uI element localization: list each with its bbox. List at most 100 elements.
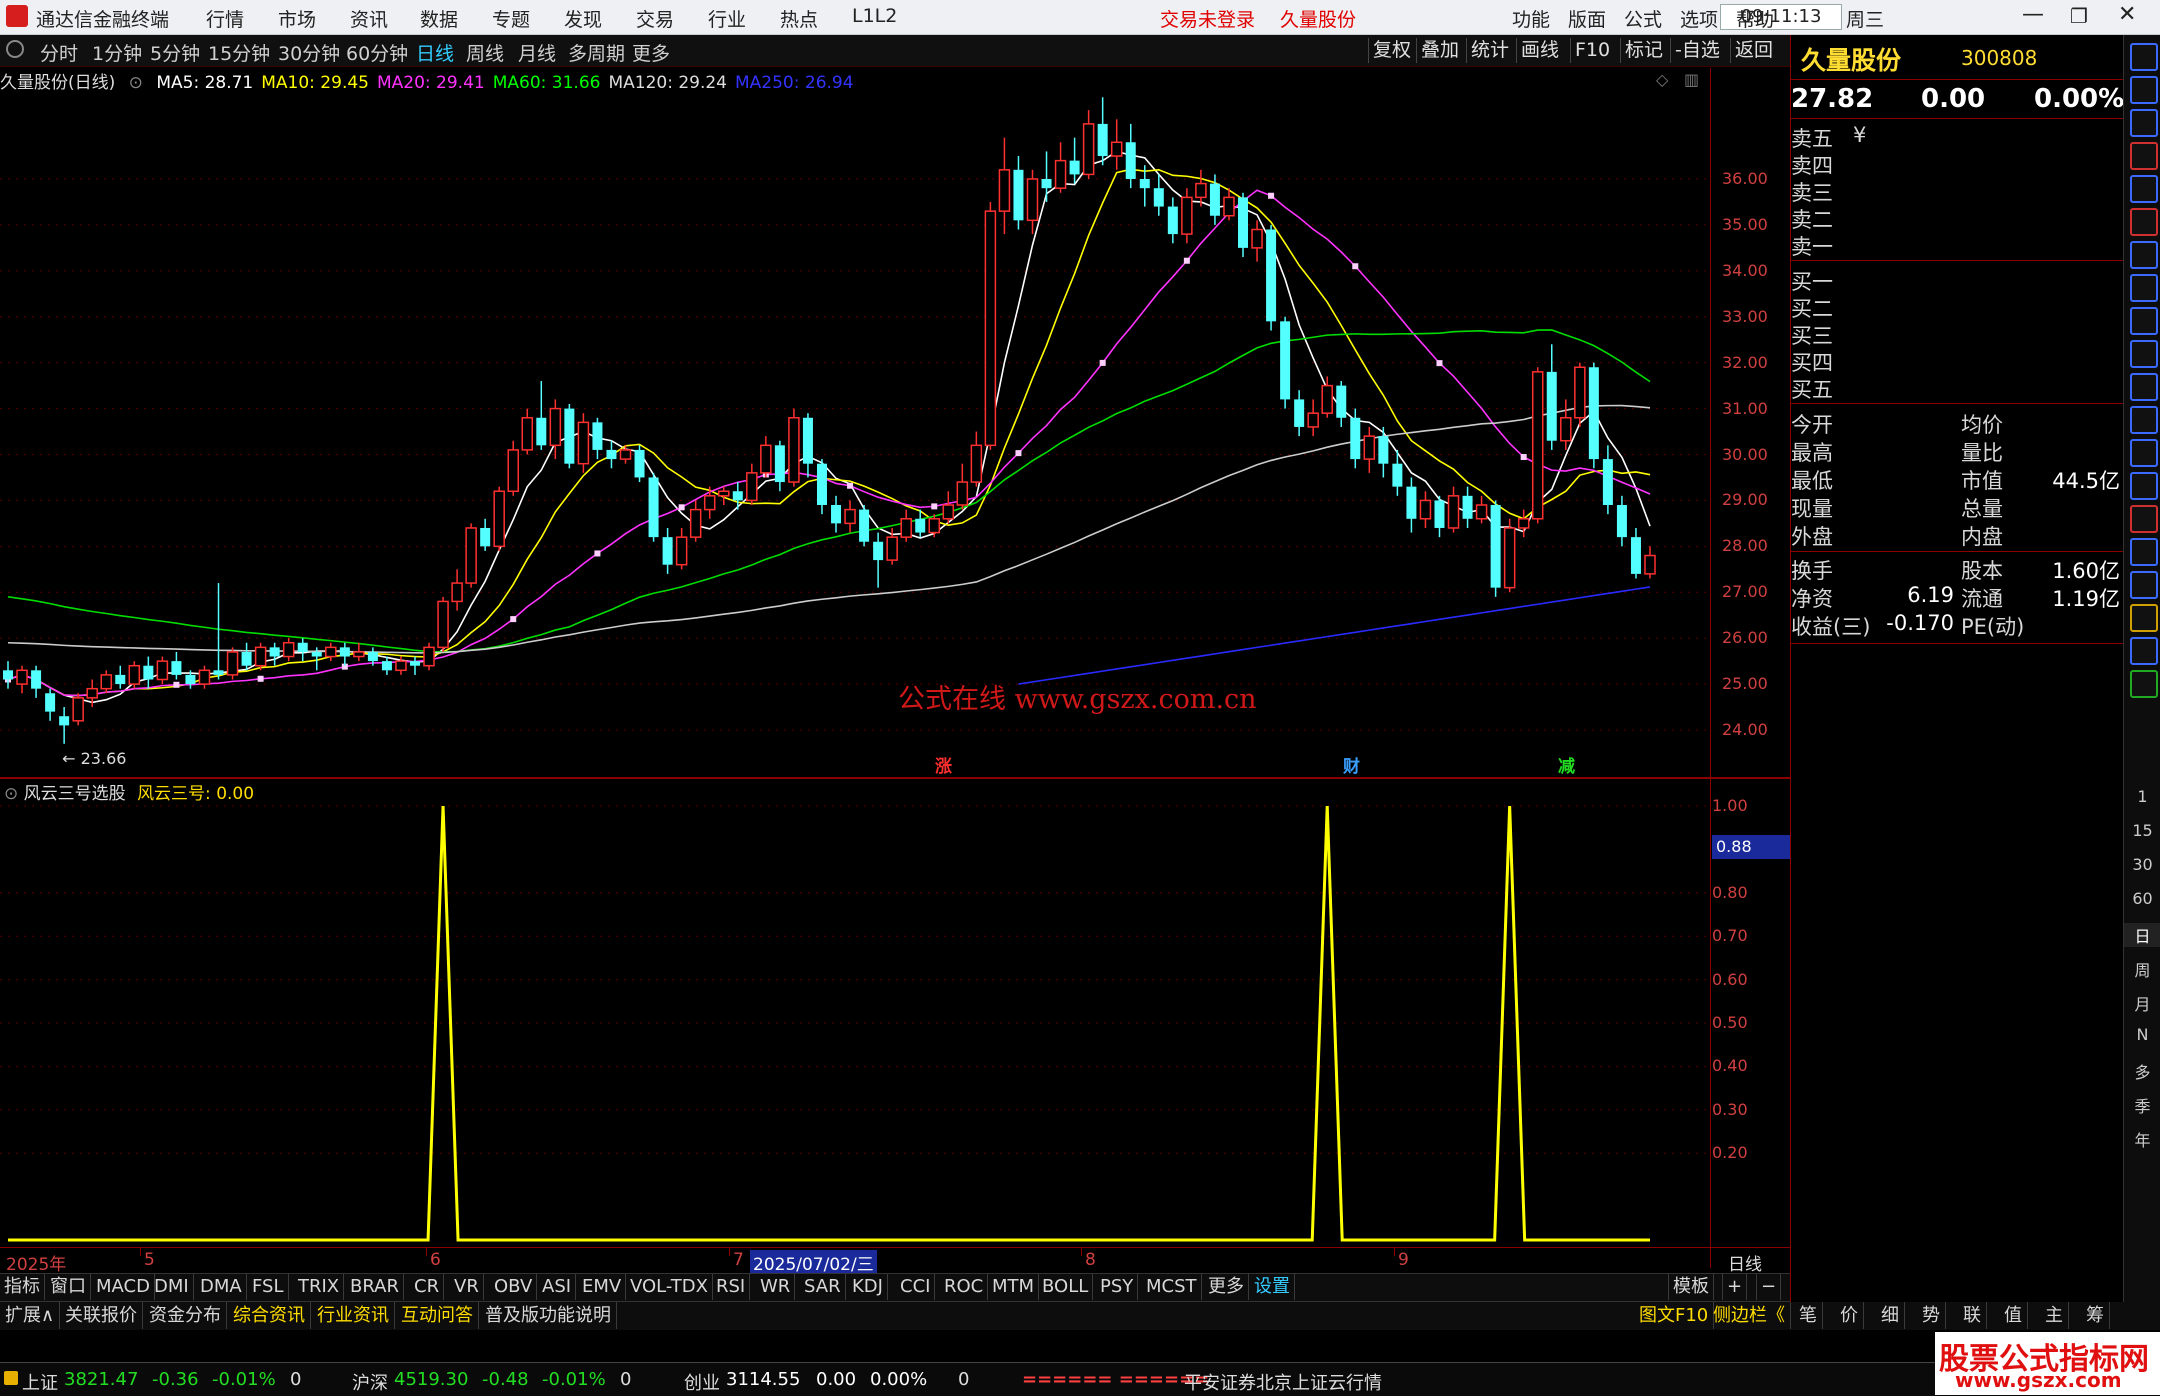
down-icon[interactable] — [2130, 109, 2158, 137]
period-shortcut-10[interactable]: 年 — [2124, 1127, 2160, 1151]
period-shortcut-1[interactable]: 15 — [2124, 821, 2160, 840]
indicator-tab-18[interactable]: CCI — [896, 1274, 936, 1300]
indicator-tab-11[interactable]: ASI — [538, 1274, 577, 1300]
focus-icon[interactable] — [2130, 472, 2158, 500]
bottom-tab-3[interactable]: 综合资讯 — [228, 1302, 311, 1329]
quote-tab-6[interactable]: 主 — [2040, 1302, 2069, 1329]
toolbar-button-0[interactable]: 复权 — [1368, 38, 1415, 63]
quote-tab-2[interactable]: 细 — [1876, 1302, 1905, 1329]
event-marker-1[interactable]: 财 — [1343, 752, 1360, 777]
rsi-icon[interactable] — [2130, 505, 2158, 533]
period-shortcut-0[interactable]: 1 — [2124, 787, 2160, 806]
toolbar-button-7[interactable]: 返回 — [1730, 38, 1777, 63]
indicator-tab-22[interactable]: PSY — [1096, 1274, 1139, 1300]
diamond-icon[interactable]: ◇ — [1656, 70, 1668, 89]
toolbar-button-2[interactable]: 统计 — [1466, 38, 1513, 63]
menu-4[interactable]: 专题 — [492, 5, 530, 32]
menu-8[interactable]: 热点 — [780, 5, 818, 32]
period-shortcut-5[interactable]: 周 — [2124, 957, 2160, 981]
period-tab-0[interactable]: 分时 — [40, 39, 78, 66]
indicator-tab-23[interactable]: MCST — [1142, 1274, 1202, 1300]
menu-7[interactable]: 行业 — [708, 5, 746, 32]
quote-tab-1[interactable]: 价 — [1835, 1302, 1864, 1329]
period-shortcut-4[interactable]: 日 — [2124, 923, 2160, 947]
line-icon[interactable] — [2130, 241, 2158, 269]
period-tab-4[interactable]: 30分钟 — [278, 39, 340, 66]
period-tab-7[interactable]: 周线 — [466, 39, 504, 66]
quote-tab-3[interactable]: 势 — [1917, 1302, 1946, 1329]
indicator-tab-8[interactable]: CR — [410, 1274, 445, 1300]
indicator-tab-10[interactable]: OBV — [490, 1274, 538, 1300]
menu-1[interactable]: 市场 — [278, 5, 316, 32]
pen-icon[interactable] — [2130, 571, 2158, 599]
collapse-icon[interactable] — [2130, 43, 2158, 71]
right-menu-2[interactable]: 公式 — [1624, 5, 1662, 32]
settings-icon[interactable] — [6, 40, 24, 58]
event-marker-2[interactable]: 减 — [1558, 752, 1575, 777]
indicator-tab-1[interactable]: 窗口 — [46, 1274, 91, 1300]
indicator-tab-20[interactable]: MTM — [988, 1274, 1040, 1300]
indicator-tab-right-0[interactable]: 模板 — [1668, 1274, 1714, 1300]
indicator-tab-2[interactable]: MACD — [92, 1274, 155, 1300]
period-shortcut-2[interactable]: 30 — [2124, 855, 2160, 874]
indicator-tab-3[interactable]: DMI — [150, 1274, 194, 1300]
bottom-tab-6[interactable]: 普及版功能说明 — [480, 1302, 617, 1329]
toolbar-button-4[interactable]: F10 — [1570, 38, 1614, 63]
right-menu-0[interactable]: 功能 — [1512, 5, 1550, 32]
minimize-icon[interactable]: — — [2022, 2, 2044, 27]
menu-2[interactable]: 资讯 — [350, 5, 388, 32]
chart-options-icon[interactable]: ⊙ — [129, 73, 143, 93]
toolbar-button-6[interactable]: -自选 — [1670, 38, 1724, 63]
bottom-tab-2[interactable]: 资金分布 — [144, 1302, 227, 1329]
quote-tab-4[interactable]: 联 — [1958, 1302, 1987, 1329]
period-tab-5[interactable]: 60分钟 — [346, 39, 408, 66]
bottom-tab-right-0[interactable]: 图文F10 — [1634, 1302, 1715, 1329]
indicator-tab-5[interactable]: FSL — [248, 1274, 289, 1300]
indicator-tab-4[interactable]: DMA — [196, 1274, 247, 1300]
indicator-tab-15[interactable]: WR — [756, 1274, 796, 1300]
period-shortcut-3[interactable]: 60 — [2124, 889, 2160, 908]
indicator-tab-6[interactable]: TRIX — [294, 1274, 345, 1300]
quote-tab-7[interactable]: 筹 — [2081, 1302, 2110, 1329]
menu-9[interactable]: L1L2 — [852, 5, 897, 27]
indicator-tab-17[interactable]: KDJ — [848, 1274, 888, 1300]
bottom-tab-right-1[interactable]: 侧边栏《 — [1708, 1302, 1791, 1329]
quote-tab-0[interactable]: 笔 — [1794, 1302, 1823, 1329]
menu-3[interactable]: 数据 — [420, 5, 458, 32]
indicator-tab-right-1[interactable]: + — [1722, 1274, 1748, 1300]
mail-icon[interactable] — [2130, 670, 2158, 698]
cy-name[interactable]: 创业 — [684, 1369, 720, 1395]
period-shortcut-6[interactable]: 月 — [2124, 991, 2160, 1015]
indicator-tab-14[interactable]: RSI — [712, 1274, 751, 1300]
toolbar-button-1[interactable]: 叠加 — [1416, 38, 1463, 63]
chart-icon[interactable] — [2130, 175, 2158, 203]
toolbar-button-5[interactable]: 标记 — [1620, 38, 1667, 63]
refresh-icon[interactable] — [2130, 637, 2158, 665]
hs-name[interactable]: 沪深 — [352, 1369, 388, 1395]
up-icon[interactable] — [2130, 76, 2158, 104]
table-icon[interactable] — [2130, 208, 2158, 236]
candle-icon[interactable] — [2130, 274, 2158, 302]
alarm-icon[interactable] — [2130, 439, 2158, 467]
quote-tab-5[interactable]: 值 — [1999, 1302, 2028, 1329]
period-tab-10[interactable]: 更多 — [632, 39, 670, 66]
indicator-tab-9[interactable]: VR — [450, 1274, 484, 1300]
sh-name[interactable]: 上证 — [22, 1369, 58, 1395]
bottom-tab-0[interactable]: 扩展∧ — [0, 1302, 61, 1329]
period-shortcut-7[interactable]: N — [2124, 1025, 2160, 1044]
period-tab-2[interactable]: 5分钟 — [150, 39, 200, 66]
restore-icon[interactable]: ❐ — [2070, 4, 2088, 28]
panel-toggle-icon[interactable]: ▥ — [1684, 70, 1699, 89]
event-marker-0[interactable]: 涨 — [935, 752, 952, 777]
period-shortcut-8[interactable]: 多 — [2124, 1059, 2160, 1083]
flag-icon[interactable] — [2130, 142, 2158, 170]
bottom-tab-5[interactable]: 互动问答 — [396, 1302, 479, 1329]
indicator-options-icon[interactable]: ⊙ — [4, 784, 18, 804]
period-shortcut-9[interactable]: 季 — [2124, 1093, 2160, 1117]
f10-icon[interactable] — [2130, 340, 2158, 368]
server-name[interactable]: 平安证券北京上证云行情 — [1184, 1369, 1382, 1395]
toolbar-button-3[interactable]: 画线 — [1516, 38, 1563, 63]
price-chart[interactable]: ← 37.78 ← 23.66 — [0, 94, 1710, 777]
right-menu-4[interactable]: 帮助 — [1736, 5, 1774, 32]
period-tab-3[interactable]: 15分钟 — [208, 39, 270, 66]
